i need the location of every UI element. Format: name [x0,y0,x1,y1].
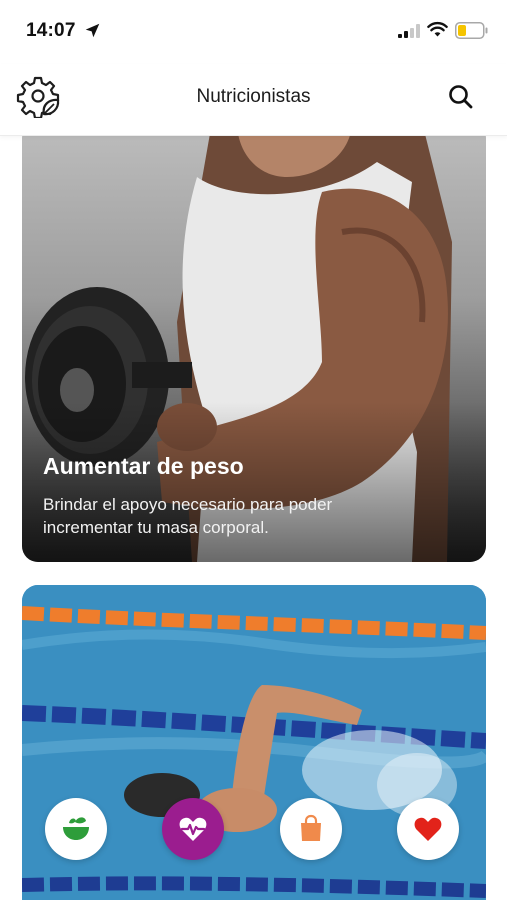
heart-icon [414,817,442,841]
wifi-icon [427,21,448,37]
card-description: Brindar el apoyo necesario para poder in… [43,495,333,537]
health-button[interactable] [162,798,224,860]
program-card-weight-gain[interactable]: Aumentar de peso Brindar el apoyo necesa… [22,122,486,562]
navigation-bar: Nutricionistas [0,64,507,136]
bottom-navigation [0,798,507,864]
location-arrow-icon [85,23,100,38]
nutrition-button[interactable] [45,798,107,860]
salad-bowl-icon [63,817,89,840]
battery-icon [455,22,488,39]
shop-button[interactable] [280,798,342,860]
page-title: Nutricionistas [196,86,311,107]
search-button[interactable] [446,82,476,112]
search-icon [449,85,473,109]
status-bar: 14:07 [0,0,507,64]
card-title: Aumentar de peso [43,453,244,479]
status-time: 14:07 [26,20,76,41]
favorites-button[interactable] [397,798,459,860]
shopping-bag-icon [301,814,321,841]
cellular-signal-icon [398,24,420,38]
heart-pulse-icon [179,817,207,841]
